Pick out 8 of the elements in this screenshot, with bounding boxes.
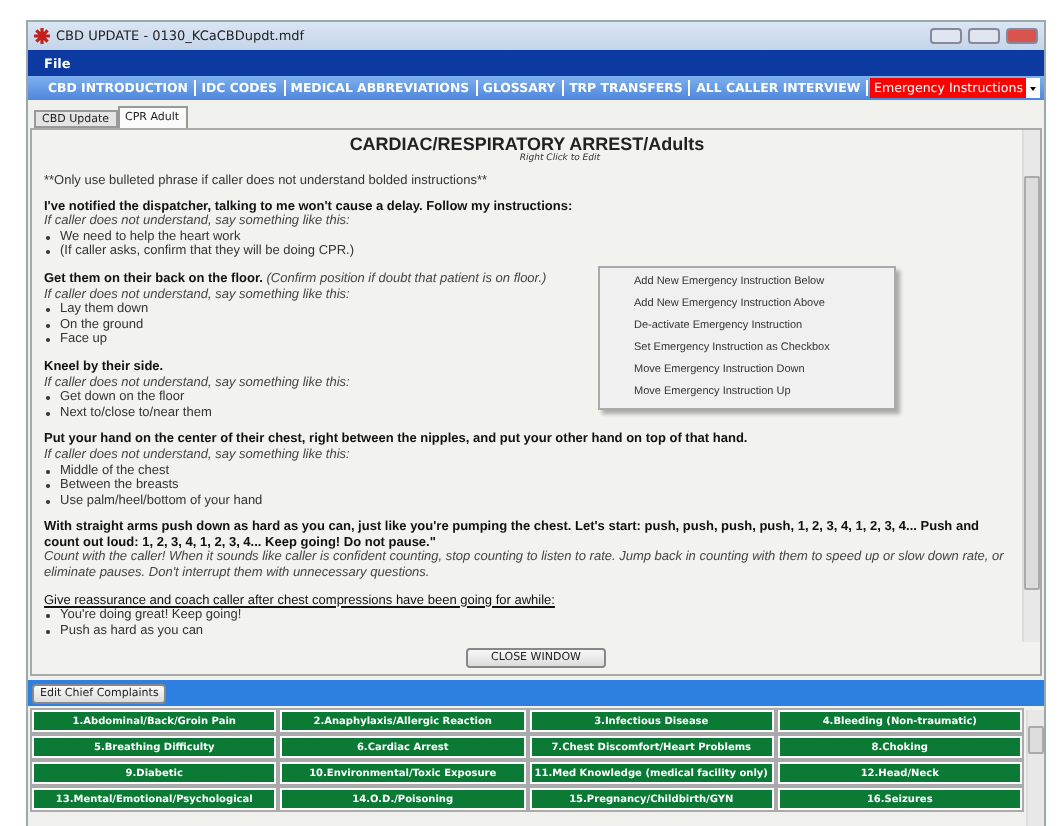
scrollbar[interactable] xyxy=(1022,130,1040,642)
maximize-button[interactable] xyxy=(968,28,1000,44)
close-button[interactable] xyxy=(1006,28,1038,44)
minimize-button[interactable] xyxy=(930,28,962,44)
document-title: CARDIAC/RESPIRATORY ARREST/Adults xyxy=(347,134,707,154)
asterisk-icon xyxy=(34,28,50,44)
scrollbar[interactable] xyxy=(1026,710,1044,826)
caret-icon xyxy=(1028,83,1038,93)
